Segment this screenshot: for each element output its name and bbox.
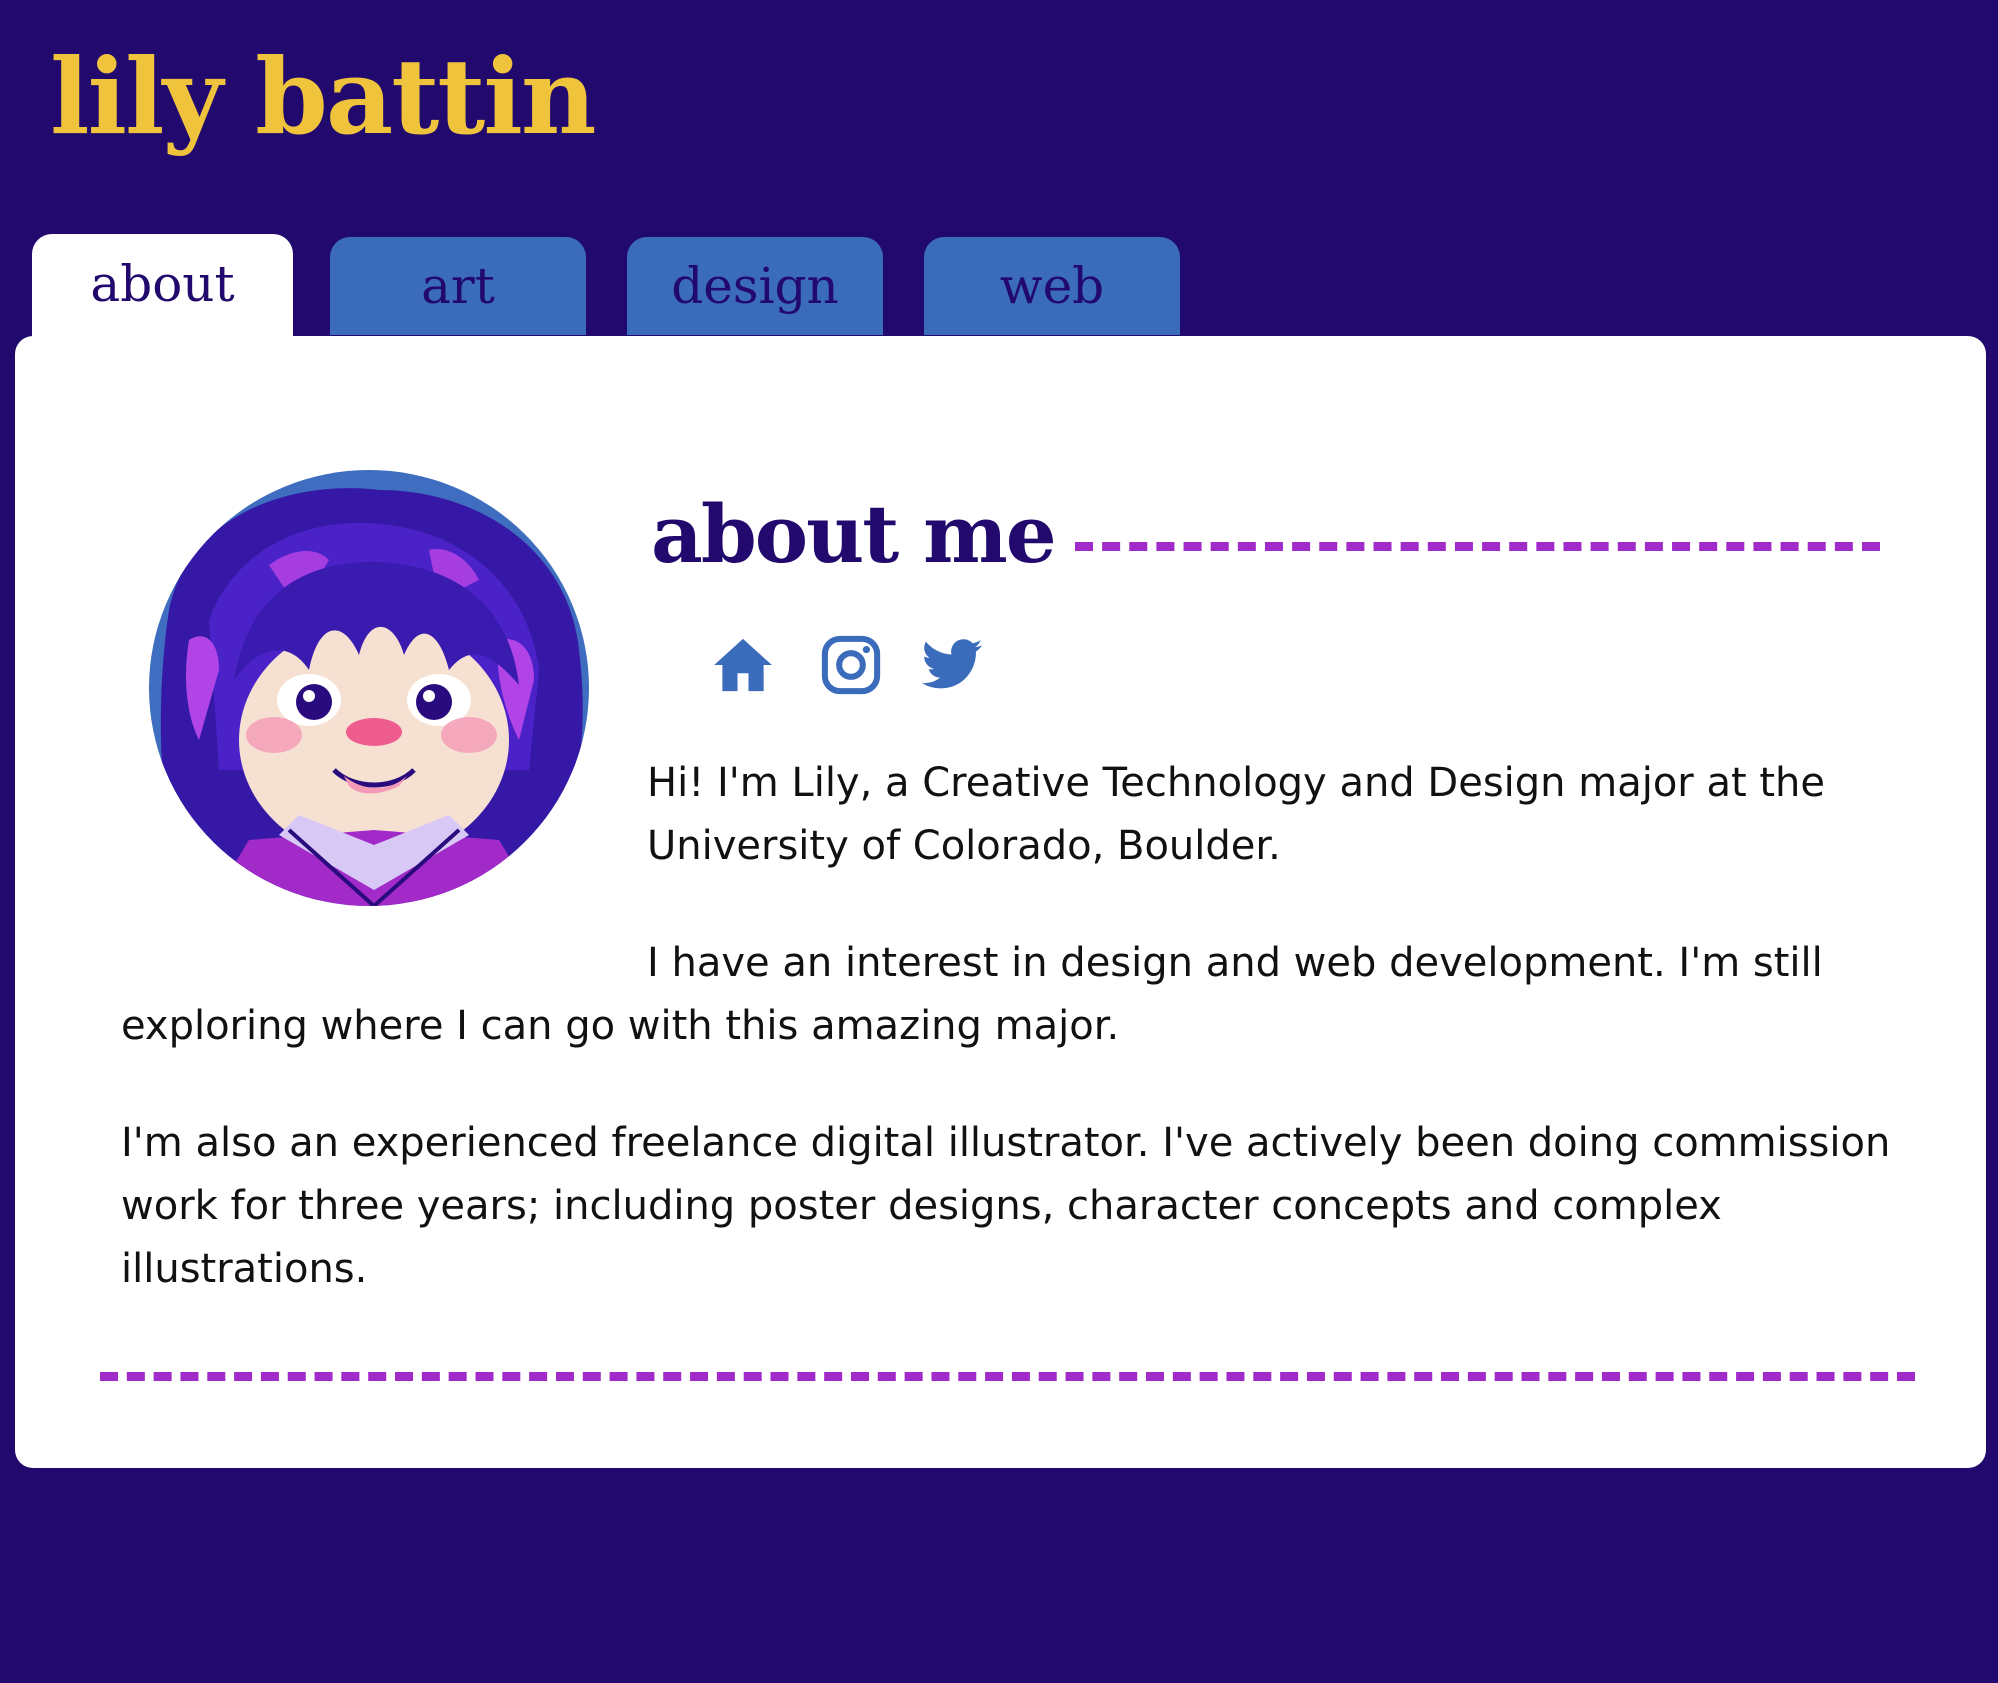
tab-design[interactable]: design xyxy=(627,237,883,335)
tab-art[interactable]: art xyxy=(330,237,586,335)
instagram-icon[interactable] xyxy=(818,632,884,698)
twitter-icon[interactable] xyxy=(919,632,985,698)
home-icon[interactable] xyxy=(710,632,776,698)
section-title: about me xyxy=(651,487,1057,581)
site-title: lily battin xyxy=(50,35,596,158)
bio-paragraph: I'm also an experienced freelance digita… xyxy=(121,1120,1891,1292)
about-panel: about me Hi! I'm Lily, a Creative Techno… xyxy=(15,336,1986,1468)
bottom-divider xyxy=(100,1372,1915,1381)
bio-text: Hi! I'm Lily, a Creative Technology and … xyxy=(121,752,1911,1355)
tab-web[interactable]: web xyxy=(924,237,1180,335)
title-divider xyxy=(1075,542,1880,551)
